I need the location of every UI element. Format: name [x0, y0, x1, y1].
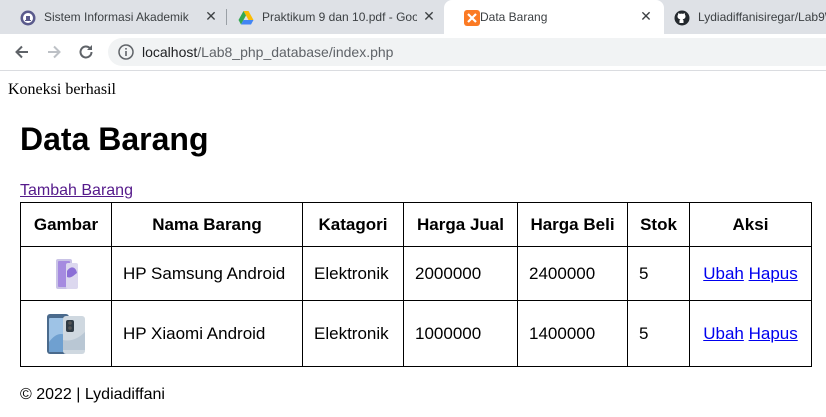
delete-link[interactable]: Hapus: [749, 324, 798, 343]
header-stok: Stok: [627, 202, 690, 247]
browser-tab-strip: Sistem Informasi Akademik ✕ Praktikum 9 …: [0, 0, 826, 34]
tab-github[interactable]: Lydiadiffanisiregar/Lab9W: [664, 0, 826, 34]
xiaomi-phone-image: [47, 313, 85, 354]
footer-text: © 2022 | Lydiadiffani: [20, 386, 165, 403]
cell-stok: 5: [627, 300, 690, 367]
cell-nama-barang: HP Samsung Android: [111, 246, 303, 301]
header-harga-beli: Harga Beli: [517, 202, 628, 247]
cell-harga-jual: 1000000: [403, 300, 518, 367]
delete-link[interactable]: Hapus: [749, 264, 798, 283]
edit-link[interactable]: Ubah: [703, 264, 744, 283]
cell-gambar: [20, 246, 112, 301]
xampp-icon: [464, 10, 480, 26]
cell-harga-beli: 2400000: [517, 246, 628, 301]
github-icon: [674, 10, 690, 26]
forward-arrow-icon[interactable]: [44, 42, 64, 62]
header-aksi: Aksi: [689, 202, 812, 247]
address-bar[interactable]: localhost/Lab8_php_database/index.php: [108, 38, 826, 66]
samsung-phone-image: [56, 258, 78, 289]
cell-harga-jual: 2000000: [403, 246, 518, 301]
cell-kategori: Elektronik: [302, 246, 404, 301]
tab-title: Lydiadiffanisiregar/Lab9W: [698, 10, 826, 24]
page-content: Koneksi berhasil Data Barang Tambah Bara…: [0, 71, 826, 417]
close-icon[interactable]: ✕: [421, 8, 437, 24]
tab-praktikum-pdf[interactable]: Praktikum 9 dan 10.pdf - Goo ✕: [218, 0, 444, 34]
browser-toolbar: localhost/Lab8_php_database/index.php: [0, 34, 826, 71]
tab-title: Sistem Informasi Akademik: [44, 10, 189, 24]
url-path: /Lab8_php_database/index.php: [197, 44, 394, 60]
tab-title: Data Barang: [480, 10, 548, 24]
close-icon[interactable]: ✕: [203, 8, 219, 24]
header-nama-barang: Nama Barang: [111, 202, 303, 247]
connection-message: Koneksi berhasil: [8, 81, 116, 98]
university-icon: [20, 10, 36, 26]
cell-aksi: Ubah Hapus: [689, 300, 812, 367]
back-arrow-icon[interactable]: [12, 42, 32, 62]
reload-icon[interactable]: [76, 42, 96, 62]
cell-nama-barang: HP Xiaomi Android: [111, 300, 303, 367]
items-table: Gambar Nama Barang Katagori Harga Jual H…: [20, 202, 812, 367]
cell-stok: 5: [627, 246, 690, 301]
cell-harga-beli: 1400000: [517, 300, 628, 367]
info-icon[interactable]: [118, 44, 134, 60]
header-harga-jual: Harga Jual: [403, 202, 518, 247]
header-kategori: Katagori: [302, 202, 404, 247]
tab-title: Praktikum 9 dan 10.pdf - Goo: [262, 10, 417, 24]
add-item-link[interactable]: Tambah Barang: [20, 182, 133, 200]
cell-aksi: Ubah Hapus: [689, 246, 812, 301]
tab-data-barang[interactable]: Data Barang ✕: [444, 0, 664, 34]
page-title: Data Barang: [20, 121, 209, 157]
url-text: localhost/Lab8_php_database/index.php: [142, 44, 393, 60]
cell-kategori: Elektronik: [302, 300, 404, 367]
table-row: HP Samsung Android Elektronik 2000000 24…: [20, 246, 812, 301]
close-icon[interactable]: ✕: [638, 8, 654, 24]
tab-sistem-informasi[interactable]: Sistem Informasi Akademik ✕: [0, 0, 226, 34]
cell-gambar: [20, 300, 112, 367]
edit-link[interactable]: Ubah: [703, 324, 744, 343]
table-header-row: Gambar Nama Barang Katagori Harga Jual H…: [20, 202, 812, 247]
header-gambar: Gambar: [20, 202, 112, 247]
google-drive-icon: [238, 11, 254, 25]
table-row: HP Xiaomi Android Elektronik 1000000 140…: [20, 300, 812, 367]
url-host: localhost: [142, 44, 198, 60]
